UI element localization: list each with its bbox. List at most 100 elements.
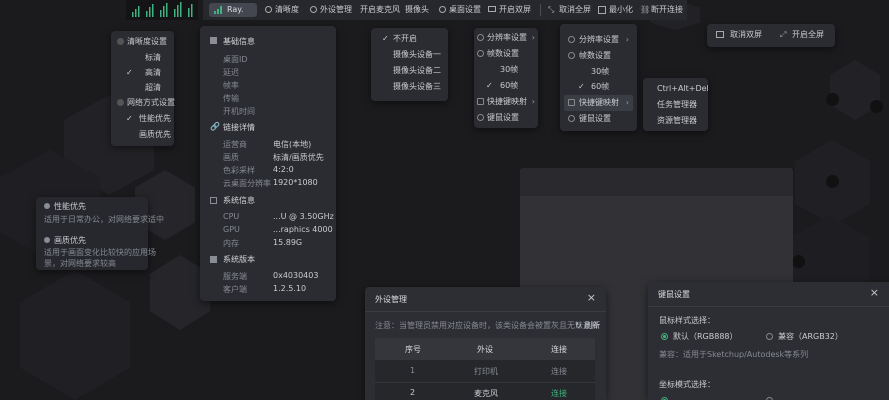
radio-selected <box>661 333 668 340</box>
clarity-option-sd[interactable]: 标清 <box>111 50 174 66</box>
info-label: CPU <box>223 212 240 221</box>
tooltip-perf-title: 性能优先 <box>54 202 86 211</box>
camera-option-3[interactable]: 摄像头设备三 <box>371 79 448 95</box>
info-label: 云桌面分辨率 <box>223 179 271 188</box>
cancel-dual-icon <box>716 31 724 38</box>
info-value: 0x4030403 <box>273 271 319 280</box>
info-value: ...U @ 3.50GHz <box>273 212 334 221</box>
clarity-option-hd[interactable]: ✓ 高清 <box>111 65 174 81</box>
coord-mode-label: 坐标模式选择： <box>659 380 715 389</box>
refresh-icon: ↻ <box>575 321 582 330</box>
top-toolbar: Ray. 清晰度 外设管理 开启麦克风 摄像头 桌面设置 开启双屏 ⤡ 取消全屏… <box>203 0 687 20</box>
table-row: 1 打印机 连接 <box>410 366 567 376</box>
system-info-title: 系统信息 <box>223 196 255 205</box>
camera-menu: ✓ 不开启 摄像头设备一 摄像头设备二 摄像头设备三 <box>371 28 448 101</box>
info-value: ...raphics 4000 <box>273 225 333 234</box>
toolbar-label: 最小化 <box>609 5 633 14</box>
shortcut-icon <box>568 99 575 106</box>
dialog-title: 键鼠设置 <box>658 290 690 299</box>
kbm-icon <box>477 114 484 121</box>
toolbar-label: 外设管理 <box>320 5 352 14</box>
background-dot <box>870 100 883 113</box>
camera-option-2[interactable]: 摄像头设备二 <box>371 63 448 79</box>
tooltip-quality-desc: 适用于画面变化比较快的应用场 <box>44 248 156 257</box>
network-option-quality[interactable]: 画质优先 <box>111 127 174 143</box>
kbm-setting[interactable]: 键鼠设置 <box>560 111 637 127</box>
shortcut-ctrl-alt-del[interactable]: Ctrl+Alt+Del <box>643 81 709 97</box>
check-icon: ✓ <box>382 34 389 43</box>
info-label: 开机时间 <box>223 107 255 116</box>
network-header-icon <box>117 99 124 106</box>
connect-button[interactable]: 连接 <box>551 388 567 399</box>
frame-option-30[interactable]: 30帧 <box>560 64 637 80</box>
dialog-divider <box>365 311 606 312</box>
table-row: 2 麦克风 连接 <box>375 382 595 400</box>
minimize-icon <box>598 6 606 14</box>
network-option-performance[interactable]: ✓ 性能优先 <box>111 111 174 127</box>
shortcut-icon <box>477 98 484 105</box>
shortcut-submenu: Ctrl+Alt+Del 任务管理器 资源管理器 <box>643 78 709 131</box>
dual-screen-icon <box>488 6 496 12</box>
resolution-icon <box>477 34 484 41</box>
dialog-notice: 注意：当管理员禁用对应设备时，该类设备会被置灰且无法选择 <box>375 321 599 330</box>
resolution-setting[interactable]: 分辨率设置 › <box>474 30 538 46</box>
info-value: 4:2:0 <box>273 165 294 174</box>
clarity-menu: 清晰度设置 标清 ✓ 高清 超清 网络方式设置 ✓ 性能优先 画质优先 <box>111 31 175 146</box>
column-header-connect: 连接 <box>551 345 567 354</box>
camera-option-off[interactable]: ✓ 不开启 <box>371 31 448 47</box>
info-value: 电信(本地) <box>273 140 312 149</box>
frame-option-60[interactable]: ✓ 60帧 <box>474 78 538 94</box>
info-icon <box>44 203 50 209</box>
column-header-device: 外设 <box>477 345 493 354</box>
chevron-right-icon: › <box>531 33 535 42</box>
toolbar-item-camera[interactable]: 摄像头 <box>405 3 429 17</box>
shortcut-task-manager[interactable]: 任务管理器 <box>643 97 708 113</box>
shortcut-mapping[interactable]: 快捷键映射 › <box>474 94 538 110</box>
info-label: 画质 <box>223 153 239 162</box>
info-value: 1.2.5.10 <box>273 284 307 293</box>
toolbar-divider <box>540 4 541 16</box>
shortcut-explorer[interactable]: 资源管理器 <box>643 113 708 129</box>
close-icon[interactable]: × <box>870 286 879 299</box>
info-label: 桌面ID <box>223 55 248 64</box>
info-value: 15.89G <box>273 238 303 247</box>
resolution-setting[interactable]: 分辨率设置 › <box>560 32 637 48</box>
frame-option-60[interactable]: ✓ 60帧 <box>560 79 637 95</box>
clarity-option-uhd[interactable]: 超清 <box>111 80 174 96</box>
dialog-title: 外设管理 <box>375 295 407 304</box>
version-icon <box>210 256 217 263</box>
frame-option-30[interactable]: 30帧 <box>474 62 538 78</box>
background-dot <box>826 175 839 188</box>
toolbar-label: 桌面设置 <box>449 5 481 14</box>
toolbar-item-microphone[interactable]: 开启麦克风 <box>360 3 400 17</box>
basic-info-icon <box>210 37 217 44</box>
background-dot <box>826 93 839 106</box>
column-header-index: 序号 <box>405 345 421 354</box>
clarity-icon <box>265 6 272 13</box>
ray-indicator[interactable]: Ray. <box>209 3 257 17</box>
signal-icon <box>214 6 222 14</box>
info-panel: 基础信息 桌面ID 延迟 帧率 传输 开机时间 🔗 链接详情 运营商 电信(本地… <box>200 26 336 301</box>
refresh-button[interactable]: ↻ 刷新 <box>575 320 600 331</box>
frame-setting: 帧数设置 <box>474 46 538 62</box>
camera-option-1[interactable]: 摄像头设备一 <box>371 47 448 63</box>
toolbar-label: 清晰度 <box>275 5 299 14</box>
check-icon: ✓ <box>578 82 585 91</box>
kbm-icon <box>568 115 575 122</box>
shortcut-mapping[interactable]: 快捷键映射 › <box>564 95 633 111</box>
info-label: 内存 <box>223 239 239 248</box>
frame-icon <box>477 50 484 57</box>
check-icon: ✓ <box>486 81 493 90</box>
info-label: 色彩采样 <box>223 166 255 175</box>
info-label: 传输 <box>223 94 239 103</box>
clarity-header-icon <box>117 38 124 45</box>
info-label: 运营商 <box>223 140 247 149</box>
table-header: 序号 外设 连接 <box>375 338 595 360</box>
kbm-setting[interactable]: 键鼠设置 <box>474 110 538 126</box>
resolution-icon <box>568 36 575 43</box>
close-icon[interactable]: × <box>587 291 596 304</box>
disconnect-icon: ⛓ <box>640 5 651 14</box>
peripheral-table: 序号 外设 连接 1 打印机 连接 2 麦克风 连接 <box>375 338 595 400</box>
chevron-right-icon: › <box>625 98 629 107</box>
info-icon <box>44 237 50 243</box>
